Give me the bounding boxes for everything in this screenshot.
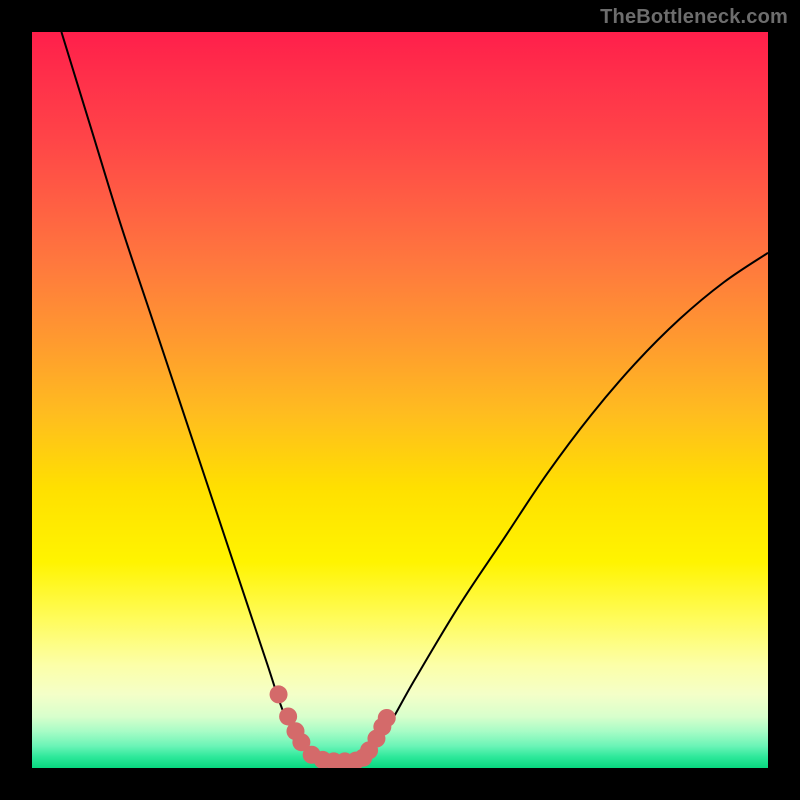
curve-left	[61, 32, 326, 761]
marker-group	[270, 685, 396, 768]
plot-area	[32, 32, 768, 768]
outer-frame: TheBottleneck.com	[0, 0, 800, 800]
chart-svg	[32, 32, 768, 768]
marker-dot	[270, 685, 288, 703]
curve-right	[363, 253, 768, 759]
watermark-text: TheBottleneck.com	[600, 6, 788, 29]
marker-dot	[378, 709, 396, 727]
